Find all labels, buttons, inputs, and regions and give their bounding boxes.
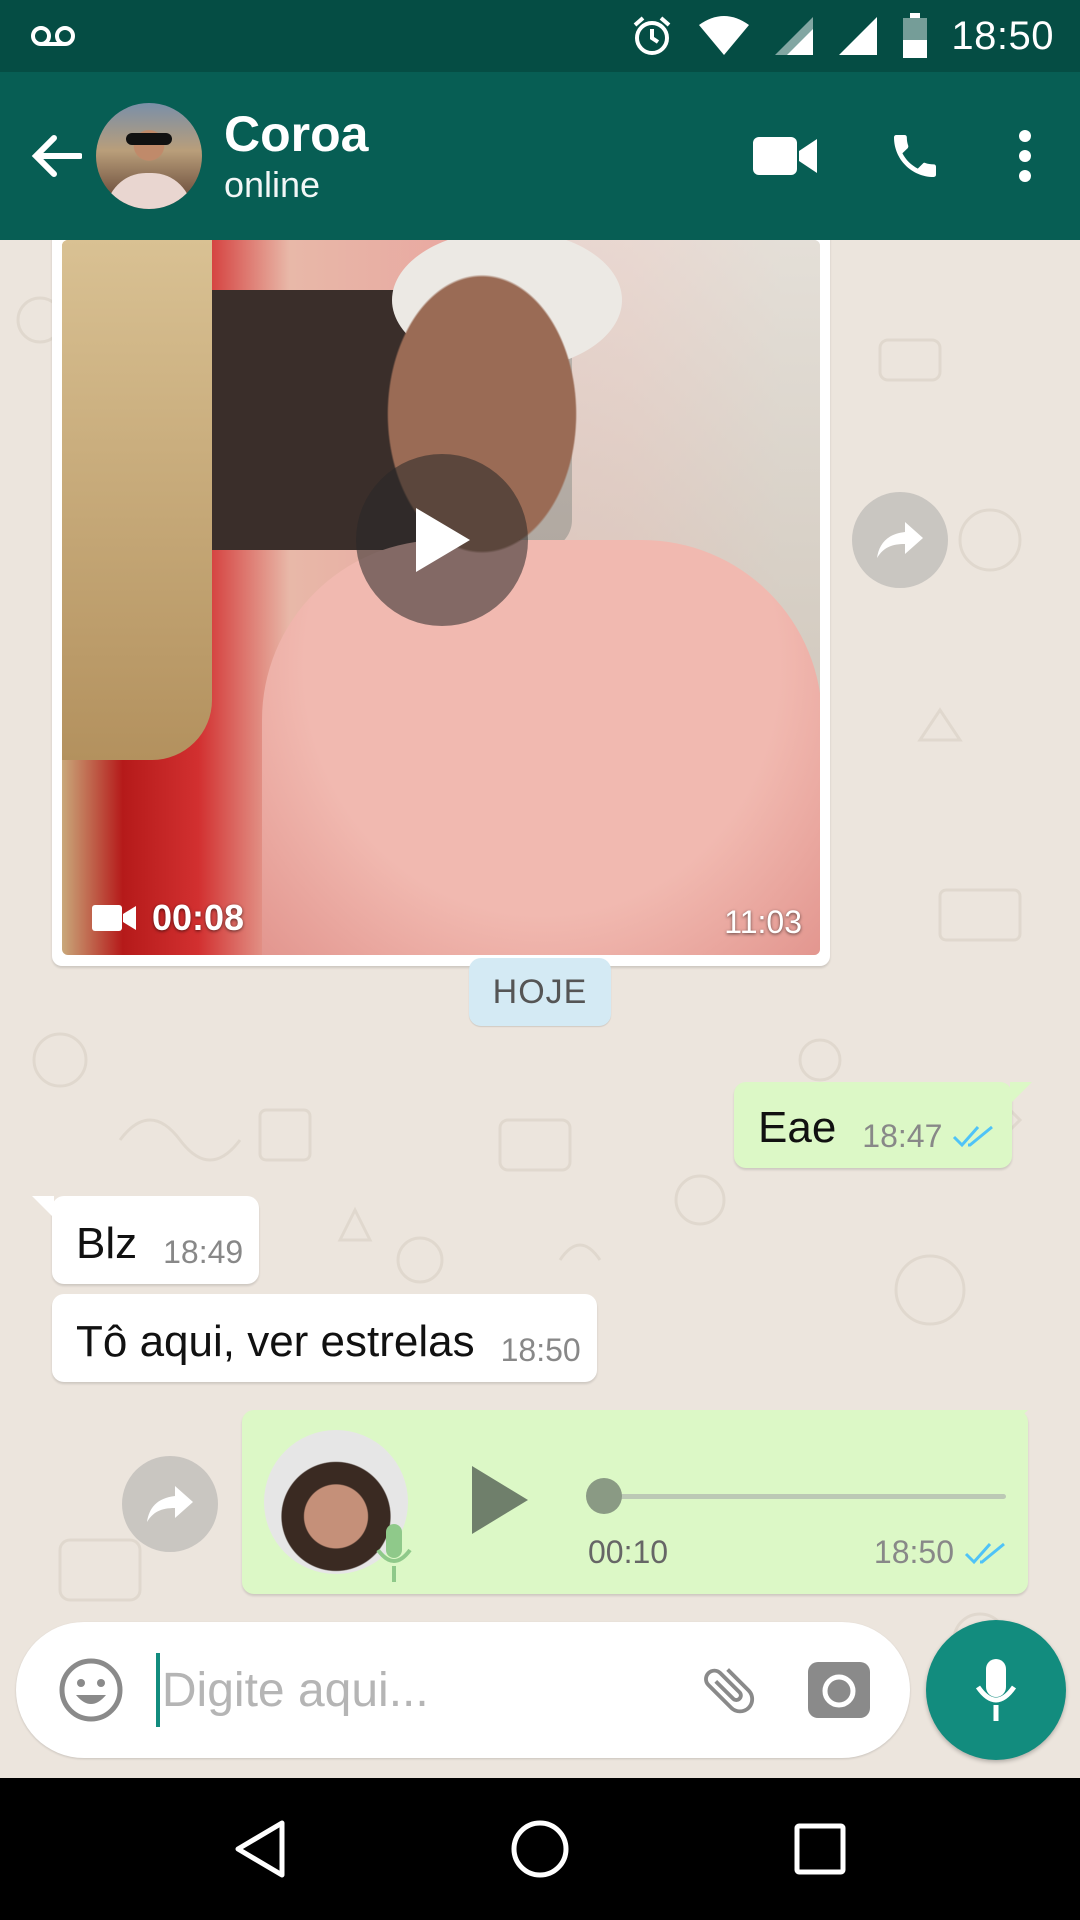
emoji-icon: [59, 1658, 123, 1722]
video-timestamp: 11:03: [724, 904, 802, 940]
camera-button[interactable]: [784, 1635, 894, 1745]
chat-header: Coroa online: [0, 72, 1080, 240]
message-input[interactable]: [159, 1662, 674, 1718]
double-check-icon: [953, 1125, 994, 1148]
video-duration: 00:08: [152, 897, 245, 938]
contact-status: online: [224, 164, 321, 205]
message-incoming[interactable]: Tô aqui, ver estrelas 18:50: [52, 1294, 597, 1382]
composer: [16, 1622, 910, 1758]
message-text: Tô aqui, ver estrelas: [76, 1317, 475, 1366]
signal-icon: [837, 15, 879, 57]
play-icon: [416, 508, 470, 572]
avatar-shirt: [106, 173, 192, 209]
recents-square-icon: [794, 1823, 846, 1875]
signal-icon: [773, 15, 815, 57]
bubble-tail: [32, 1196, 54, 1218]
attach-button[interactable]: [674, 1635, 784, 1745]
video-call-button[interactable]: [720, 96, 850, 216]
message-time: 18:47: [862, 1118, 943, 1154]
message-text: Eae: [758, 1103, 837, 1152]
video-play-button[interactable]: [356, 454, 528, 626]
date-divider: HOJE: [469, 958, 611, 1026]
message-incoming[interactable]: Blz 18:49: [52, 1196, 260, 1284]
video-camera-icon: [92, 905, 136, 931]
bubble-tail: [1010, 1082, 1032, 1104]
message-time: 18:49: [163, 1234, 244, 1270]
video-thumbnail[interactable]: 00:08 11:03: [62, 240, 820, 955]
voice-progress-track[interactable]: [606, 1494, 1006, 1499]
forward-icon: [147, 1486, 193, 1522]
voice-progress-knob[interactable]: [586, 1478, 622, 1514]
avatar-glasses: [126, 133, 172, 145]
bubble-tail: [1006, 1410, 1028, 1432]
nav-recents-button[interactable]: [760, 1789, 880, 1909]
voice-duration: 00:10: [588, 1534, 669, 1570]
back-arrow-icon: [31, 135, 82, 177]
forward-button[interactable]: [852, 492, 948, 588]
emoji-button[interactable]: [36, 1635, 146, 1745]
more-options-button[interactable]: [980, 96, 1070, 216]
message-meta: 18:49: [163, 1234, 243, 1270]
double-check-icon: [964, 1542, 1005, 1564]
nav-back-button[interactable]: [200, 1789, 320, 1909]
nav-home-button[interactable]: [480, 1789, 600, 1909]
thumb-dress: [262, 540, 820, 955]
paperclip-icon: [704, 1668, 755, 1714]
message-meta: 18:47: [862, 1118, 996, 1154]
back-button[interactable]: [16, 106, 96, 206]
status-bar: 18:50: [0, 0, 1080, 72]
contact-avatar[interactable]: [96, 103, 202, 209]
microphone-icon: [376, 1524, 412, 1582]
video-message[interactable]: 00:08 11:03: [52, 240, 830, 966]
forward-button[interactable]: [122, 1456, 218, 1552]
voicemail-icon: [30, 23, 76, 49]
forward-icon: [877, 522, 923, 558]
message-meta: 18:50: [501, 1332, 581, 1368]
message-text: Blz: [76, 1219, 138, 1268]
phone-icon: [894, 135, 936, 177]
video-call-icon: [753, 137, 817, 175]
message-time: 18:50: [500, 1332, 581, 1368]
status-time: 18:50: [951, 13, 1054, 58]
microphone-icon: [975, 1659, 1017, 1721]
back-triangle-icon: [235, 1820, 285, 1878]
chat-area[interactable]: 00:08 11:03 HOJE Eae 18:47 Blz 18:49 Tô …: [0, 240, 1080, 1778]
message-outgoing[interactable]: Eae 18:47: [734, 1082, 1013, 1168]
contact-info[interactable]: Coroa online: [224, 105, 720, 207]
more-vert-icon: [1019, 130, 1031, 182]
voice-call-button[interactable]: [850, 96, 980, 216]
alarm-icon: [629, 13, 675, 59]
video-meta: 00:08: [92, 897, 244, 939]
contact-name: Coroa: [224, 106, 369, 162]
voice-time: 18:50: [873, 1534, 954, 1570]
voice-meta: 18:50: [874, 1534, 1008, 1571]
home-circle-icon: [511, 1820, 569, 1878]
voice-play-button[interactable]: [464, 1460, 534, 1540]
voice-message[interactable]: 00:10 18:50: [242, 1410, 1028, 1594]
battery-icon: [901, 13, 929, 59]
record-voice-button[interactable]: [926, 1620, 1066, 1760]
wifi-icon: [697, 15, 751, 57]
system-nav-bar: [0, 1778, 1080, 1920]
thumb-hair: [62, 240, 212, 760]
camera-icon: [808, 1662, 870, 1718]
